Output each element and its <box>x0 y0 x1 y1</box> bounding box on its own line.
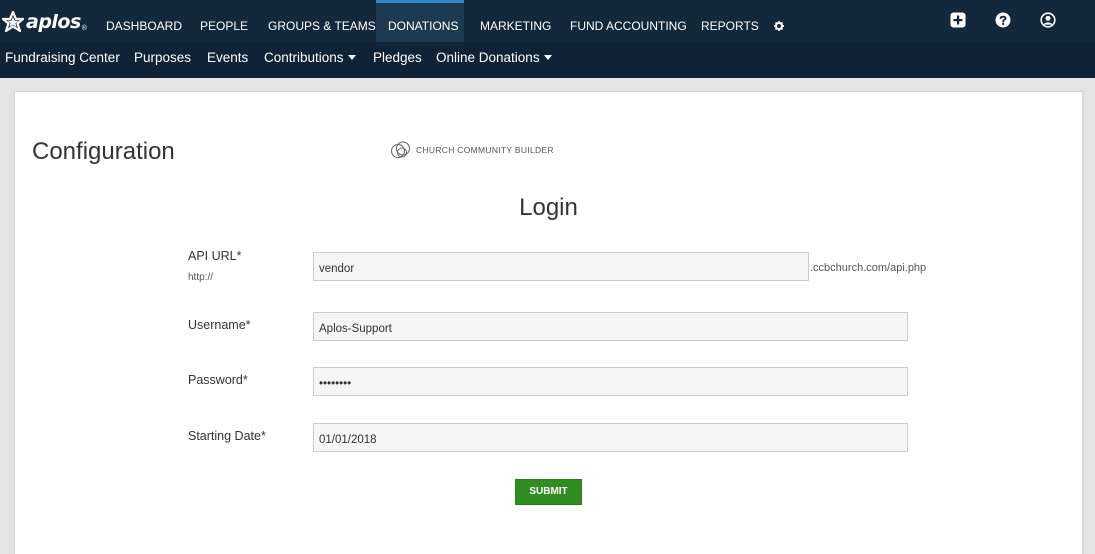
api-url-input[interactable] <box>313 252 809 281</box>
nav-marketing[interactable]: MARKETING <box>468 0 563 42</box>
nav-people[interactable]: PEOPLE <box>188 0 260 42</box>
nav-fund-accounting[interactable]: FUND ACCOUNTING <box>558 0 699 42</box>
brand-registered-mark: ® <box>81 24 87 32</box>
chevron-down-icon <box>543 54 552 60</box>
top-navigation-bar: aplos ® DASHBOARD PEOPLE GROUPS & TEAMS … <box>0 0 1095 42</box>
api-url-suffix: .ccbchurch.com/api.php <box>810 262 927 274</box>
aplos-star-icon <box>2 11 24 33</box>
starting-date-label: Starting Date* <box>188 429 266 443</box>
subnav-events[interactable]: Events <box>207 42 248 73</box>
user-circle-icon[interactable] <box>1040 12 1056 28</box>
sub-navigation-bar: Fundraising Center Purposes Events Contr… <box>0 42 1095 78</box>
aplos-logo[interactable]: aplos ® <box>2 10 87 34</box>
nav-groups-teams[interactable]: GROUPS & TEAMS <box>256 0 388 42</box>
username-input[interactable] <box>313 312 908 341</box>
subnav-label: Pledges <box>373 50 422 65</box>
subnav-label: Online Donations <box>436 50 540 65</box>
brand-name: aplos <box>26 11 81 33</box>
subnav-pledges[interactable]: Pledges <box>373 42 422 73</box>
nav-donations[interactable]: DONATIONS <box>376 0 464 42</box>
subnav-purposes[interactable]: Purposes <box>134 42 191 73</box>
ccb-circles-icon <box>391 141 410 158</box>
plus-square-icon[interactable] <box>950 12 966 28</box>
gear-icon[interactable] <box>774 20 784 34</box>
api-url-label: API URL* <box>188 249 242 263</box>
subnav-online-donations[interactable]: Online Donations <box>436 42 552 73</box>
subnav-label: Contributions <box>264 50 344 65</box>
subnav-fundraising-center[interactable]: Fundraising Center <box>5 42 120 73</box>
password-label: Password* <box>188 373 248 387</box>
api-url-prefix: http:// <box>188 272 214 283</box>
login-form-title: Login <box>519 194 578 221</box>
ccb-logo-text: CHURCH COMMUNITY BUILDER <box>416 145 554 155</box>
help-circle-icon[interactable] <box>995 12 1011 28</box>
subnav-label: Events <box>207 50 249 65</box>
submit-button[interactable]: SUBMIT <box>515 479 582 505</box>
starting-date-input[interactable] <box>313 423 908 452</box>
nav-reports[interactable]: REPORTS <box>689 0 771 42</box>
church-community-builder-logo: CHURCH COMMUNITY BUILDER <box>390 141 554 159</box>
subnav-label: Purposes <box>134 50 192 65</box>
subnav-label: Fundraising Center <box>5 50 120 65</box>
nav-dashboard[interactable]: DASHBOARD <box>94 0 194 42</box>
chevron-down-icon <box>347 54 356 60</box>
username-label: Username* <box>188 318 251 332</box>
page-title: Configuration <box>32 138 175 165</box>
subnav-contributions[interactable]: Contributions <box>264 42 356 73</box>
password-input[interactable] <box>313 367 908 396</box>
